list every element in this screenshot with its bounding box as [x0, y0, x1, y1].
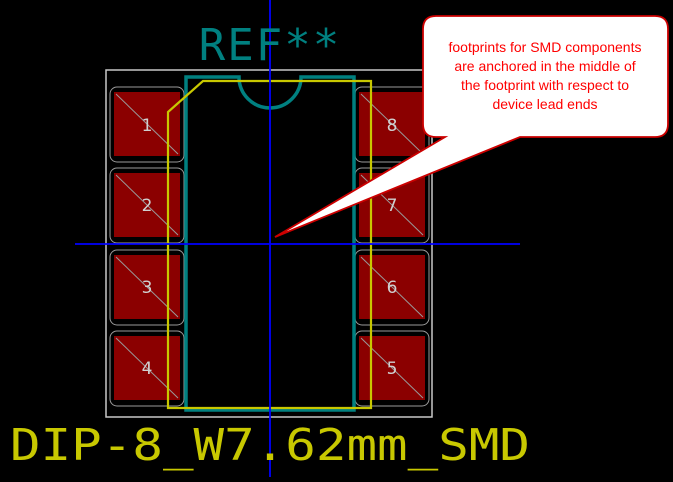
pad-number: 7 — [387, 196, 398, 216]
pad-number: 5 — [387, 359, 398, 379]
pad-number: 1 — [142, 116, 153, 136]
pads-left-column: 1 2 3 4 — [109, 86, 185, 407]
callout-line-2: are anchored in the middle of — [454, 58, 635, 74]
pad-6[interactable]: 6 — [354, 249, 430, 326]
pad-4[interactable]: 4 — [109, 330, 185, 407]
callout-line-1: footprints for SMD components — [449, 39, 642, 55]
pad-8[interactable]: 8 — [354, 86, 430, 163]
pad-3[interactable]: 3 — [109, 249, 185, 326]
callout-line-3: the footprint with respect to — [461, 77, 629, 93]
pad-number: 3 — [142, 278, 153, 298]
callout-line-4: device lead ends — [492, 96, 597, 112]
pad-1[interactable]: 1 — [109, 86, 185, 163]
pad-number: 6 — [387, 278, 398, 298]
pad-number: 2 — [142, 196, 153, 216]
footprint-editor-canvas[interactable]: 1 2 3 4 8 7 6 5 REF** DIP-8_W7.62mm_SMD … — [0, 0, 673, 477]
pad-number: 4 — [142, 359, 153, 379]
pads-right-column: 8 7 6 5 — [354, 86, 430, 407]
footprint-diagram: 1 2 3 4 8 7 6 5 REF** DIP-8_W7.62mm_SMD … — [10, 0, 669, 477]
pad-2[interactable]: 2 — [109, 167, 185, 244]
footprint-value-label[interactable]: DIP-8_W7.62mm_SMD — [10, 420, 530, 471]
pad-5[interactable]: 5 — [354, 330, 430, 407]
reference-designator[interactable]: REF** — [199, 20, 341, 71]
pad-number: 8 — [387, 116, 398, 136]
